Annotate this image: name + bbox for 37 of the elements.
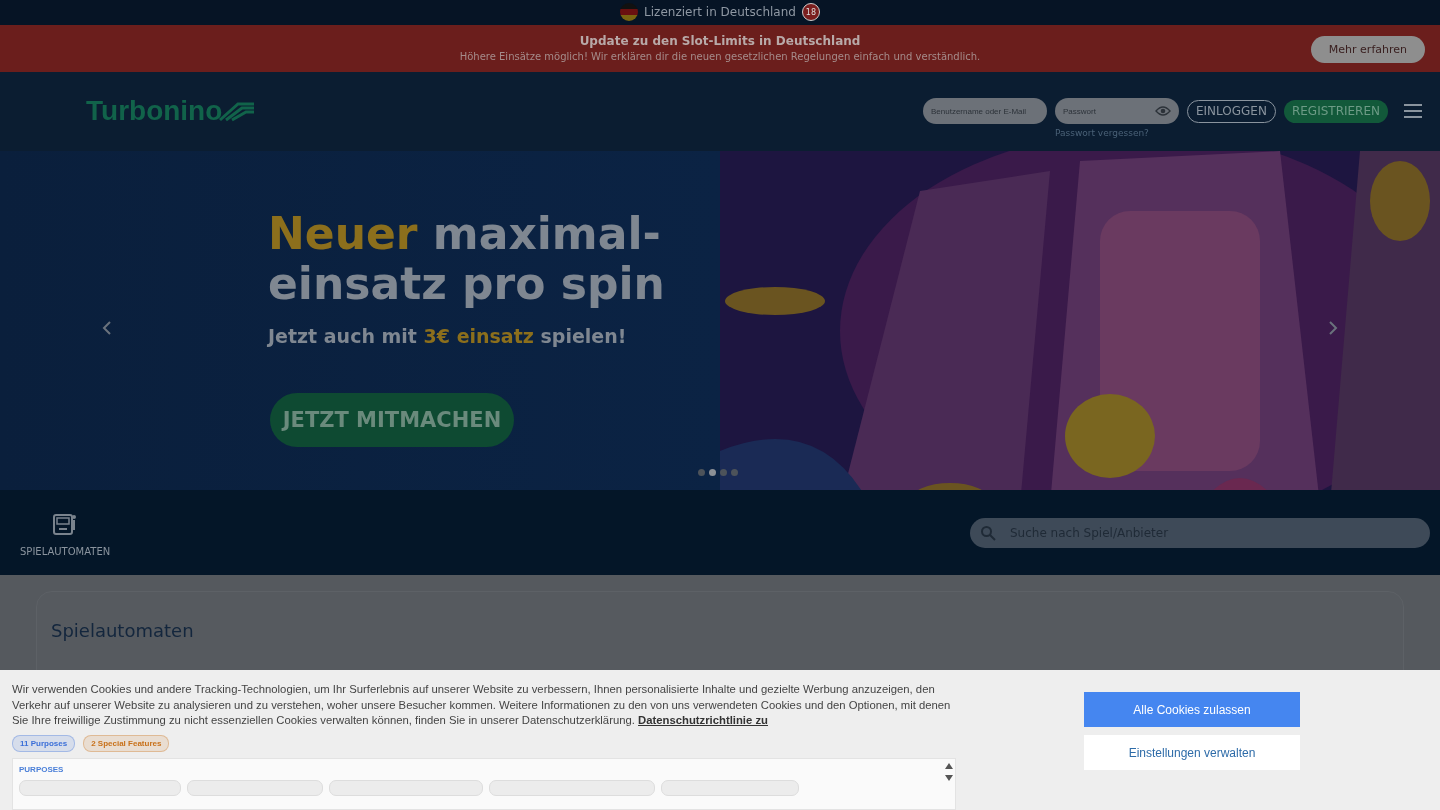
manage-settings-button[interactable]: Einstellungen verwalten	[1084, 735, 1300, 770]
purpose-chip[interactable]	[19, 779, 181, 796]
search-icon	[980, 524, 996, 541]
carousel-dot[interactable]	[720, 469, 727, 477]
section-title: Spielautomaten	[51, 620, 195, 642]
hero-headline: Neuer maximal-einsatz pro spin	[268, 208, 666, 309]
carousel-dot[interactable]	[709, 469, 716, 477]
age-badge: 18	[801, 3, 820, 22]
cookie-tag: 2 Special Features	[83, 734, 170, 752]
cookie-tag: 11 Purposes	[12, 734, 76, 752]
chevron-left-icon[interactable]	[102, 319, 112, 336]
purpose-chip[interactable]	[329, 779, 483, 796]
join-now-button[interactable]: JETZT MITMACHEN	[270, 392, 514, 447]
purpose-chip[interactable]	[661, 779, 799, 796]
slot-machine-icon[interactable]	[52, 512, 79, 537]
hero-subtitle: Jetzt auch mit 3€ einsatz spielen!	[268, 324, 628, 347]
notice-title: Update zu den Slot-Limits in Deutschland	[579, 34, 861, 49]
eye-icon[interactable]	[1154, 105, 1171, 118]
register-button[interactable]: REGISTRIEREN	[1283, 99, 1388, 123]
carousel-dot[interactable]	[698, 469, 705, 477]
logo[interactable]: Turbonino	[86, 95, 257, 128]
category-tab[interactable]: SPIELAUTOMATEN	[20, 546, 111, 558]
privacy-link[interactable]: Datenschutzrichtlinie zu	[638, 714, 768, 726]
purposes-title: PURPOSES	[19, 764, 65, 774]
learn-more-button[interactable]: Mehr erfahren	[1310, 35, 1425, 63]
notice-text: Höhere Einsätze möglich! Wir erklären dir die neuen gesetzlichen Regelungen einfach und verständlich.	[459, 51, 981, 63]
german-flag-icon	[620, 3, 639, 22]
accept-all-button[interactable]: Alle Cookies zulassen	[1084, 692, 1300, 727]
forgot-password-link[interactable]: Passwort vergessen?	[1054, 128, 1149, 139]
chevron-right-icon[interactable]	[1328, 319, 1338, 336]
scroll-arrows-icon[interactable]	[945, 761, 953, 782]
carousel-dot[interactable]	[731, 469, 738, 477]
cookie-text: Wir verwenden Cookies und andere Tracking-Technologien, um Ihr Surferlebnis auf unserer Website zu verbessern, Ihnen personalisierte Inhalte und gezielte Werbung anzuzeigen, den Verkehr auf unserer Website zu analysieren und zu verstehen, woher unsere Besucher kommen. Weitere Informationen zu den von uns verwendeten Cookies und den Optionen, mit denen Sie Ihre freiwillige Zustimmung zu nicht essenziellen Cookies verwalten können, finden Sie in unserer Datenschutzerklärung. Datenschutzrichtlinie zu	[12, 682, 952, 728]
menu-icon[interactable]	[1404, 104, 1422, 119]
purpose-chip[interactable]	[187, 779, 323, 796]
purpose-chip[interactable]	[489, 779, 655, 796]
license-text: Lizenziert in Deutschland	[644, 5, 796, 20]
